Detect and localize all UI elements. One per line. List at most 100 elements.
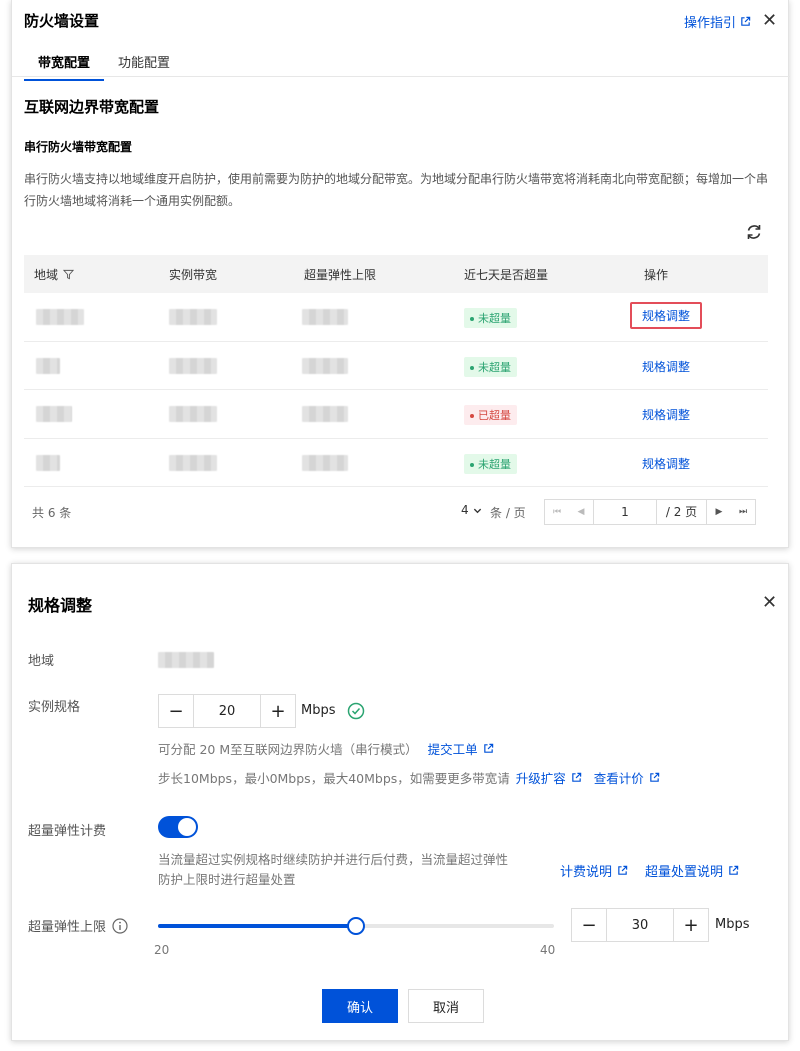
section-title: 互联网边界带宽配置 [24, 98, 160, 116]
limit-cell-masked [302, 357, 348, 374]
description-text: 串行防火墙支持以地域维度开启防护，使用前需要为防护的地域分配带宽。为地域分配串行… [24, 172, 769, 208]
overflow-doc-label: 超量处置说明 [645, 865, 724, 880]
spec-adjust-link[interactable]: 规格调整 [630, 302, 703, 329]
cancel-button[interactable]: 取消 [408, 989, 484, 1023]
external-link-icon [618, 865, 628, 875]
info-icon[interactable] [112, 917, 128, 934]
pricing-label: 查看计价 [593, 771, 644, 786]
status-badge: 未超量 [464, 307, 517, 328]
dialog-title: 规格调整 [28, 596, 93, 615]
instance-spec-input[interactable]: 20 [193, 695, 261, 727]
close-icon[interactable]: ✕ [762, 594, 777, 612]
status-badge: 未超量 [464, 356, 517, 377]
guide-link[interactable]: 操作指引 [684, 12, 751, 31]
header-elastic-limit: 超量弹性上限 [304, 267, 377, 282]
submit-ticket-label: 提交工单 [427, 742, 478, 757]
toggle-knob [178, 818, 196, 836]
page-number-input[interactable]: 1 [593, 500, 657, 524]
spec-adjust-link[interactable]: 规格调整 [642, 358, 690, 375]
tab-divider [12, 76, 790, 77]
slider-fill [158, 924, 356, 928]
decrement-button[interactable]: − [159, 695, 193, 727]
elastic-hint: 当流量超过实例规格时继续防护并进行后付费，当流量超过弹性 防护上限时进行超量处置 [158, 850, 508, 890]
bandwidth-cell-masked [169, 357, 217, 374]
pager: ⏮ ◀ 1 / 2 页 ▶ ⏭ [544, 499, 756, 525]
pricing-link[interactable]: 查看计价 [594, 768, 660, 787]
elastic-billing-label: 超量弹性计费 [28, 824, 107, 839]
limit-cell-masked [302, 309, 348, 325]
page-size-select[interactable]: 4 [461, 503, 482, 517]
last-page-icon[interactable]: ⏭ [731, 500, 755, 524]
status-text: 未超量 [478, 360, 511, 374]
region-cell-masked [36, 357, 60, 374]
refresh-icon[interactable] [744, 222, 764, 242]
filter-icon[interactable] [63, 269, 75, 280]
elastic-hint-line2: 防护上限时进行超量处置 [158, 872, 296, 887]
total-pages: / 2 页 [657, 500, 707, 524]
header-region: 地域 [34, 266, 75, 283]
next-page-icon[interactable]: ▶ [707, 500, 731, 524]
status-text: 已超量 [478, 409, 511, 422]
region-cell-masked [36, 454, 60, 471]
elastic-limit-row-label: 超量弹性上限 [28, 916, 128, 935]
table-row: 未超量 规格调整 [24, 439, 768, 487]
unit-label: Mbps [301, 703, 336, 718]
external-link-icon [729, 865, 739, 875]
elastic-limit-label: 超量弹性上限 [28, 920, 107, 935]
increment-button[interactable]: + [261, 695, 295, 727]
bandwidth-cell-masked [169, 454, 217, 471]
instance-spec-label: 实例规格 [28, 700, 81, 715]
spec-adjust-dialog: 规格调整 ✕ 地域 实例规格 − 20 + Mbps 可分配 20 M至互联网边… [11, 563, 789, 1041]
confirm-button[interactable]: 确认 [322, 989, 398, 1023]
upgrade-label: 升级扩容 [515, 771, 566, 786]
header-overflow-7days: 近七天是否超量 [464, 267, 549, 282]
region-cell-masked [36, 406, 72, 422]
overflow-doc-link[interactable]: 超量处置说明 [645, 861, 739, 880]
page-size-value: 4 [461, 503, 469, 517]
region-label: 地域 [28, 654, 55, 669]
slider-handle[interactable] [347, 917, 365, 935]
decrement-button[interactable]: − [572, 909, 606, 941]
elastic-hint-line1: 当流量超过实例规格时继续防护并进行后付费，当流量超过弹性 [158, 852, 509, 867]
spec-adjust-link[interactable]: 规格调整 [642, 455, 690, 472]
status-text: 未超量 [478, 457, 511, 471]
bandwidth-cell-masked [169, 309, 217, 325]
table-header: 地域 实例带宽 超量弹性上限 近七天是否超量 操作 [24, 255, 768, 293]
spec-adjust-link[interactable]: 规格调整 [642, 406, 690, 423]
table-footer: 共 6 条 4 条 / 页 ⏮ ◀ 1 / 2 页 ▶ ⏭ [24, 497, 768, 527]
alloc-hint: 可分配 20 M至互联网边界防火墙（串行模式） [158, 742, 418, 757]
elastic-billing-toggle[interactable] [158, 816, 198, 838]
instance-spec-stepper: − 20 + [158, 694, 296, 728]
total-count: 共 6 条 [32, 506, 72, 520]
external-link-icon [483, 743, 493, 753]
region-value-masked [158, 652, 214, 668]
table-row: 未超量 规格调整 [24, 293, 768, 342]
billing-doc-link[interactable]: 计费说明 [560, 861, 628, 880]
external-link-icon [572, 772, 582, 782]
guide-link-label: 操作指引 [684, 16, 737, 31]
header-instance-bandwidth: 实例带宽 [169, 267, 218, 282]
subsection-title: 串行防火墙带宽配置 [24, 140, 133, 154]
firewall-settings-panel: 防火墙设置 操作指引 ✕ 带宽配置 功能配置 互联网边界带宽配置 串行防火墙带宽… [11, 0, 790, 548]
limit-cell-masked [302, 406, 348, 422]
elastic-limit-stepper: − 30 + [571, 908, 709, 942]
close-icon[interactable]: ✕ [762, 12, 777, 30]
unit-label: Mbps [715, 917, 750, 932]
prev-page-icon[interactable]: ◀ [569, 500, 593, 524]
external-link-icon [741, 16, 751, 26]
upgrade-link[interactable]: 升级扩容 [516, 768, 582, 787]
panel-title: 防火墙设置 [24, 12, 100, 30]
table-row: 已超量 规格调整 [24, 390, 768, 439]
elastic-limit-slider[interactable] [158, 916, 554, 936]
submit-ticket-link[interactable]: 提交工单 [428, 739, 494, 758]
step-hint: 步长10Mbps，最小0Mbps，最大40Mbps，如需要更多带宽请 [158, 771, 510, 786]
external-link-icon [650, 772, 660, 782]
status-badge: 未超量 [464, 453, 517, 474]
elastic-limit-input[interactable]: 30 [606, 909, 674, 941]
check-circle-icon [347, 702, 365, 720]
increment-button[interactable]: + [674, 909, 708, 941]
status-badge: 已超量 [464, 404, 517, 425]
bandwidth-cell-masked [169, 406, 217, 422]
first-page-icon[interactable]: ⏮ [545, 500, 569, 524]
region-cell-masked [36, 309, 84, 325]
